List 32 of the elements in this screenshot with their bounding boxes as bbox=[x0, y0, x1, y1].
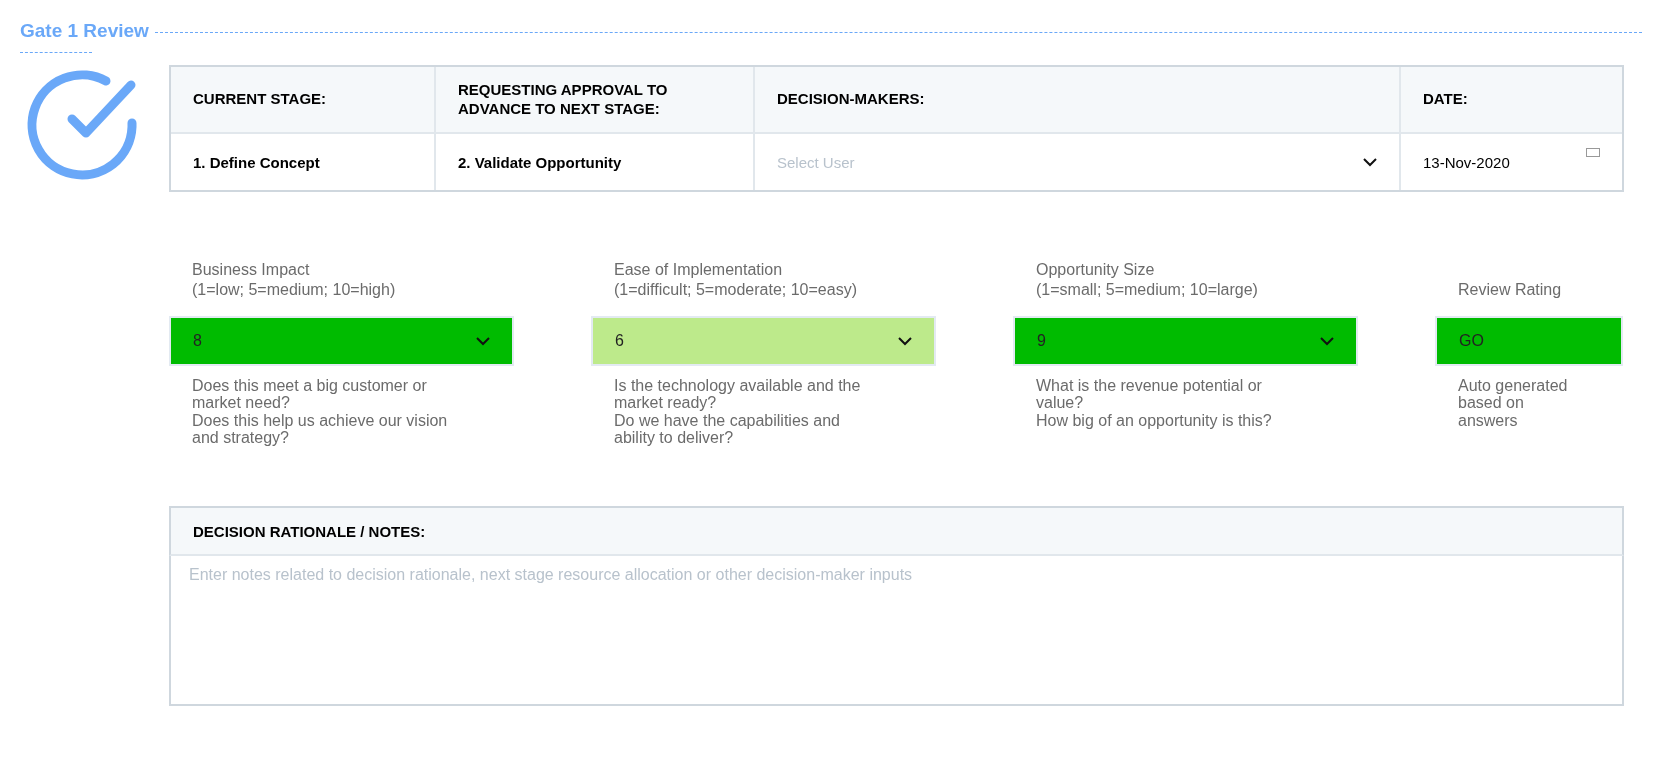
score-label: Business Impact bbox=[192, 260, 311, 280]
help-text: Auto generated based on answers bbox=[1458, 377, 1569, 429]
rating-field: GO bbox=[1435, 316, 1623, 366]
score-label: Ease of Implementation bbox=[614, 260, 784, 280]
chevron-down-icon bbox=[476, 336, 490, 346]
help-text: How big of an opportunity is this? bbox=[1036, 411, 1273, 429]
score-scale: (1=low; 5=medium; 10=high) bbox=[192, 280, 397, 300]
chevron-down-icon bbox=[1320, 336, 1334, 346]
score-scale: (1=difficult; 5=moderate; 10=easy) bbox=[614, 280, 858, 300]
score-label: Opportunity Size bbox=[1036, 260, 1156, 280]
table-cell: 1. Define Concept bbox=[171, 134, 436, 190]
score-select[interactable]: 8 bbox=[169, 316, 514, 366]
section-title: Gate 1 Review bbox=[20, 20, 149, 42]
column-header: REQUESTING APPROVAL TO ADVANCE TO NEXT STAGE: bbox=[436, 67, 755, 134]
score-scale: (1=small; 5=medium; 10=large) bbox=[1036, 280, 1259, 300]
help-text: Does this meet a big customer or market need? bbox=[192, 377, 428, 412]
date-value[interactable]: 13-Nov-2020 bbox=[1423, 153, 1510, 171]
column-header: DATE: bbox=[1401, 67, 1622, 134]
chevron-down-icon bbox=[1363, 157, 1377, 167]
column-header: DECISION-MAKERS: bbox=[755, 67, 1401, 134]
help-text: Do we have the capabilities and ability to deliver? bbox=[614, 411, 841, 447]
help-text: What is the revenue potential or value? bbox=[1036, 377, 1263, 412]
column-header: CURRENT STAGE: bbox=[171, 67, 436, 134]
help-text: Is the technology available and the market ready? bbox=[614, 377, 862, 412]
notes-header: DECISION RATIONALE / NOTES: bbox=[169, 506, 1624, 557]
help-text: Does this help us achieve our vision and strategy? bbox=[192, 411, 449, 447]
score-select[interactable]: 9 bbox=[1013, 316, 1358, 366]
chevron-down-icon bbox=[898, 336, 912, 346]
score-label: Review Rating bbox=[1458, 280, 1563, 300]
score-select[interactable]: 6 bbox=[591, 316, 936, 366]
calendar-icon[interactable] bbox=[1586, 148, 1600, 157]
notes-field[interactable]: Enter notes related to decision rationale, next stage resource allocation or other decision-maker inputs bbox=[169, 556, 1624, 707]
